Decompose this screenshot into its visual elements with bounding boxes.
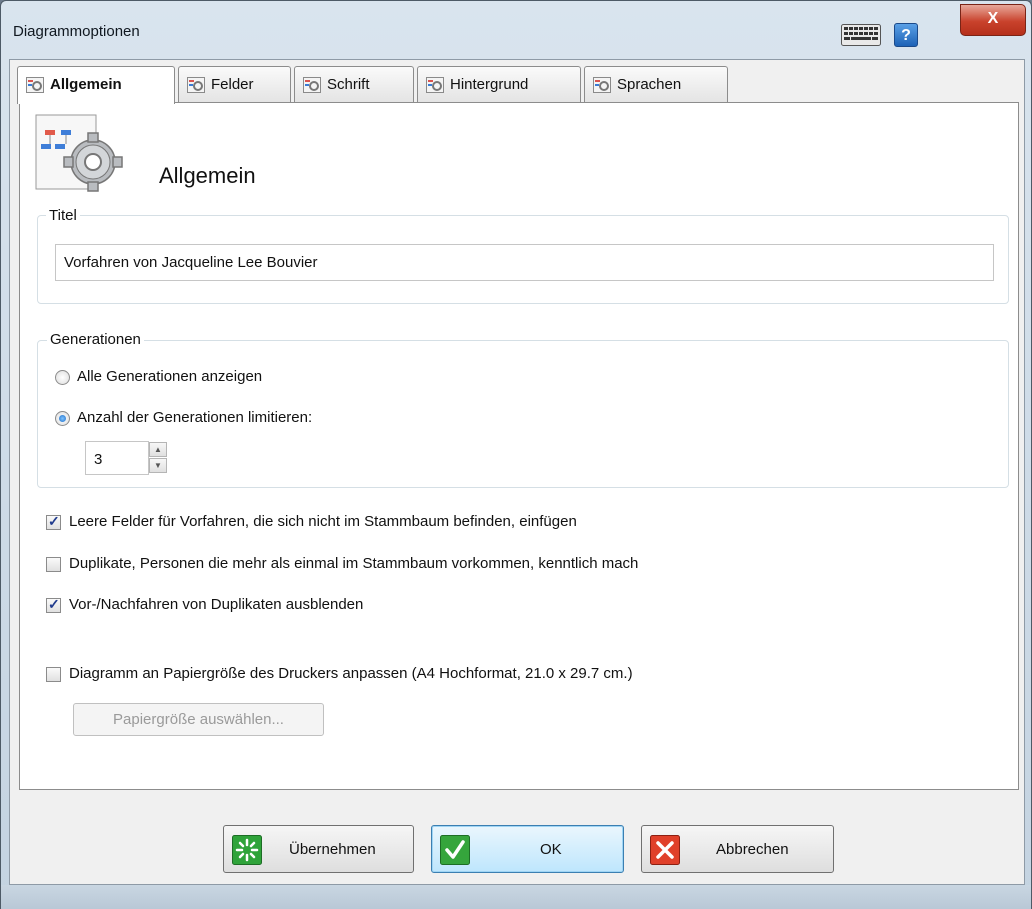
spin-up-button[interactable]: ▲ bbox=[149, 442, 167, 457]
apply-label: Übernehmen bbox=[289, 841, 376, 858]
cancel-button[interactable]: Abbrechen bbox=[641, 825, 834, 873]
cancel-label: Abbrechen bbox=[716, 841, 789, 858]
checkbox-hide-duplicate-lines[interactable] bbox=[46, 596, 61, 613]
radio-limit-generations[interactable] bbox=[55, 411, 70, 426]
gear-tab-icon bbox=[303, 77, 321, 93]
radio-all-generations-label[interactable]: Alle Generationen anzeigen bbox=[77, 368, 262, 385]
window-bottom-edge bbox=[1, 885, 1031, 909]
gear-tab-icon bbox=[593, 77, 611, 93]
tab-allgemein[interactable]: Allgemein bbox=[17, 66, 175, 104]
cancel-icon bbox=[650, 835, 680, 865]
section-title: Allgemein bbox=[159, 163, 256, 188]
tab-sprachen[interactable]: Sprachen bbox=[584, 66, 728, 102]
dialog-window: Diagrammoptionen ? X Allgemein Felder Sc… bbox=[0, 0, 1032, 909]
tab-felder[interactable]: Felder bbox=[178, 66, 291, 102]
tab-schrift[interactable]: Schrift bbox=[294, 66, 414, 102]
spin-down-button[interactable]: ▼ bbox=[149, 458, 167, 473]
ok-label: OK bbox=[540, 841, 562, 858]
titel-legend: Titel bbox=[46, 207, 80, 224]
tab-label: Schrift bbox=[327, 76, 370, 93]
gear-tab-icon bbox=[187, 77, 205, 93]
keyboard-icon[interactable] bbox=[841, 24, 881, 46]
generations-count-input[interactable]: 3 bbox=[85, 441, 149, 475]
chart-settings-icon bbox=[35, 114, 123, 192]
tab-label: Hintergrund bbox=[450, 76, 529, 93]
ok-button[interactable]: OK bbox=[431, 825, 624, 873]
checkbox-empty-fields[interactable] bbox=[46, 513, 61, 530]
title-bar[interactable]: Diagrammoptionen ? X bbox=[1, 1, 1031, 59]
window-title: Diagrammoptionen bbox=[13, 23, 140, 40]
checkbox-fit-paper-label[interactable]: Diagramm an Papiergröße des Druckers anp… bbox=[69, 665, 633, 682]
chart-title-input[interactable] bbox=[55, 244, 994, 281]
checkbox-mark-duplicates[interactable] bbox=[46, 557, 61, 572]
tab-label: Felder bbox=[211, 76, 254, 93]
apply-icon bbox=[232, 835, 262, 865]
tab-label: Sprachen bbox=[617, 76, 682, 93]
gear-tab-icon bbox=[426, 77, 444, 93]
radio-limit-generations-label[interactable]: Anzahl der Generationen limitieren: bbox=[77, 409, 312, 426]
checkbox-mark-duplicates-label[interactable]: Duplikate, Personen die mehr als einmal … bbox=[69, 555, 820, 572]
tab-label: Allgemein bbox=[50, 76, 122, 93]
radio-all-generations[interactable] bbox=[55, 370, 70, 385]
help-icon[interactable]: ? bbox=[894, 23, 918, 47]
checkbox-empty-fields-label[interactable]: Leere Felder für Vorfahren, die sich nic… bbox=[69, 513, 577, 530]
generations-legend: Generationen bbox=[47, 331, 144, 348]
apply-button[interactable]: Übernehmen bbox=[223, 825, 414, 873]
tab-hintergrund[interactable]: Hintergrund bbox=[417, 66, 581, 102]
select-paper-size-button[interactable]: Papiergröße auswählen... bbox=[73, 703, 324, 736]
checkmark-icon bbox=[440, 835, 470, 865]
checkbox-fit-paper[interactable] bbox=[46, 667, 61, 682]
checkbox-hide-duplicate-lines-label[interactable]: Vor-/Nachfahren von Duplikaten ausblende… bbox=[69, 596, 363, 613]
gear-tab-icon bbox=[26, 77, 44, 93]
close-button[interactable]: X bbox=[960, 4, 1026, 36]
